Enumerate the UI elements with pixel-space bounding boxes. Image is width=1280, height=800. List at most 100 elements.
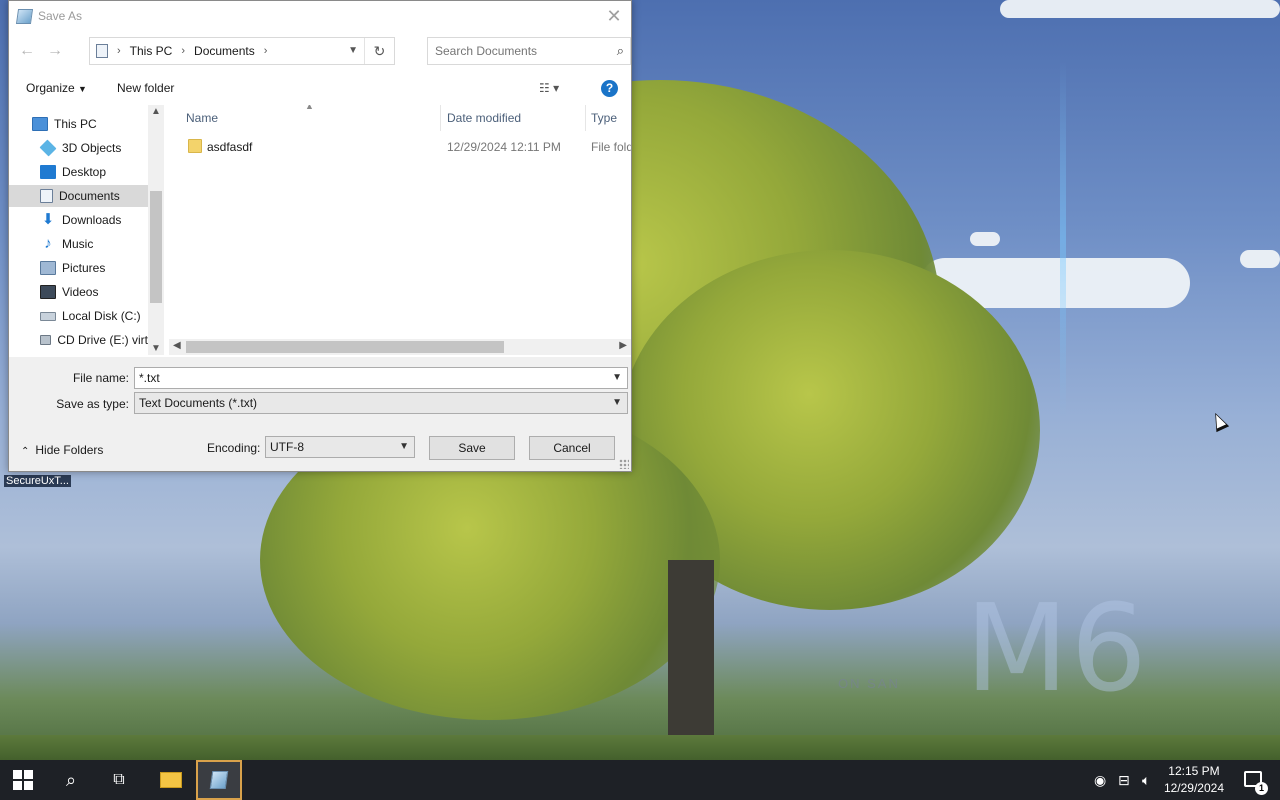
filename-field[interactable]: *.txt ▼ [134, 367, 628, 389]
close-icon[interactable]: ✕ [603, 5, 625, 27]
navigation-scrollbar[interactable]: ▲ ▼ [148, 105, 164, 355]
cancel-button[interactable]: Cancel [529, 436, 615, 460]
navigation-pane: This PC 3D Objects Desktop Documents ⬇ D… [9, 105, 165, 355]
cloud [970, 232, 1000, 246]
sidebar-item-cd-drive[interactable]: CD Drive (E:) virt [9, 329, 148, 351]
sidebar-item-desktop[interactable]: Desktop [9, 161, 148, 183]
scroll-up-icon[interactable]: ▲ [148, 106, 164, 117]
sidebar-item-local-disk[interactable]: Local Disk (C:) [9, 305, 148, 327]
desktop-icon-label[interactable]: SecureUxT... [4, 475, 71, 487]
table-row[interactable]: asdfasdf 12/29/2024 12:11 PM File folder [185, 137, 631, 159]
save-button[interactable]: Save [429, 436, 515, 460]
cloud [1240, 250, 1280, 268]
breadcrumb-documents[interactable]: Documents [194, 44, 255, 58]
chevron-down-icon[interactable]: ▼ [399, 437, 409, 457]
column-divider[interactable] [585, 105, 586, 131]
cd-drive-icon [40, 335, 52, 345]
sidebar-item-pictures[interactable]: Pictures [9, 257, 148, 279]
hide-folders-label: Hide Folders [35, 443, 104, 457]
filename-value: *.txt [139, 371, 160, 385]
notepad-taskbar-button[interactable] [196, 760, 242, 800]
sidebar-item-music[interactable]: ♪ Music [9, 233, 148, 255]
sidebar-item-this-pc[interactable]: This PC [9, 113, 148, 135]
chevron-right-icon[interactable]: › [264, 45, 268, 57]
mouse-cursor-icon [1208, 409, 1230, 433]
start-button[interactable] [0, 760, 46, 800]
scroll-down-icon[interactable]: ▼ [148, 343, 164, 354]
titlebar[interactable]: Save As ✕ [9, 1, 631, 31]
sidebar-item-3d-objects[interactable]: 3D Objects [9, 137, 148, 159]
notification-badge: 1 [1255, 782, 1268, 795]
sidebar-item-label: Desktop [62, 165, 107, 179]
notepad-icon [15, 8, 34, 24]
chevron-up-icon: ⌃ [21, 446, 30, 457]
column-header-name[interactable]: Name [186, 111, 218, 125]
chevron-right-icon: › [117, 45, 121, 57]
light-beam [1060, 60, 1066, 420]
refresh-icon[interactable]: ↻ [364, 38, 394, 64]
music-note-icon: ♪ [44, 235, 52, 252]
file-list: ▲ Name Date modified Type asdfasdf 12/29… [165, 105, 631, 341]
volume-muted-icon[interactable]: 🔈︎ [1142, 760, 1150, 800]
resize-grip[interactable] [619, 459, 629, 469]
windows-logo-icon [13, 770, 33, 790]
chevron-right-icon[interactable]: › [181, 45, 185, 57]
film-icon [40, 285, 56, 299]
encoding-select[interactable]: UTF-8 ▼ [265, 436, 415, 458]
network-icon[interactable]: ⊟ [1118, 760, 1130, 800]
forward-arrow-icon[interactable]: → [45, 42, 65, 60]
drive-icon [40, 311, 56, 321]
sidebar-item-downloads[interactable]: ⬇ Downloads [9, 209, 148, 231]
view-options-icon[interactable]: ☷ ▾ [539, 81, 559, 95]
search-box[interactable]: ⌕ [427, 37, 631, 65]
help-icon[interactable]: ? [601, 80, 618, 97]
search-icon[interactable]: ⌕ [617, 43, 624, 59]
search-button[interactable]: ⌕ [48, 760, 94, 800]
desktop-icon [40, 165, 56, 179]
savetype-select[interactable]: Text Documents (*.txt) ▼ [134, 392, 628, 414]
network-globe-icon[interactable]: ◉ [1094, 760, 1106, 800]
chevron-down-icon[interactable]: ▼ [612, 393, 622, 413]
file-date: 12/29/2024 12:11 PM [447, 140, 561, 154]
search-icon: ⌕ [65, 769, 77, 790]
chevron-down-icon[interactable]: ▼ [612, 368, 622, 388]
organize-button[interactable]: Organize ▼ [26, 81, 87, 95]
clock[interactable]: 12:15 PM 12/29/2024 [1164, 763, 1224, 797]
sidebar-item-label: Pictures [62, 261, 106, 275]
hide-folders-button[interactable]: ⌃ Hide Folders [21, 443, 103, 457]
sort-up-icon: ▲ [305, 105, 314, 111]
toolbar: Organize ▼ New folder ☷ ▾ [9, 73, 631, 103]
picture-icon [40, 261, 56, 275]
search-input[interactable] [428, 38, 598, 64]
tree-trunk [668, 560, 714, 760]
watermark-small-text: ON SAN [838, 676, 900, 691]
cloud [1000, 0, 1280, 18]
breadcrumb-this-pc[interactable]: This PC [130, 44, 173, 58]
file-list-scrollbar[interactable]: ◀ ▶ [169, 339, 631, 355]
document-icon [40, 189, 53, 203]
new-folder-button[interactable]: New folder [117, 81, 174, 95]
scrollbar-thumb[interactable] [150, 191, 162, 303]
column-header-type[interactable]: Type [591, 111, 617, 125]
file-explorer-button[interactable] [148, 760, 194, 800]
column-header-date[interactable]: Date modified [447, 111, 521, 125]
chevron-down-icon[interactable]: ▼ [348, 45, 358, 56]
sidebar-item-documents[interactable]: Documents [9, 185, 148, 207]
address-bar[interactable]: › This PC › Documents › ▼ ↻ [89, 37, 395, 65]
sidebar-item-label: This PC [54, 117, 97, 131]
scroll-left-icon[interactable]: ◀ [173, 340, 181, 351]
sidebar-item-label: 3D Objects [62, 141, 122, 155]
document-icon [96, 44, 108, 58]
file-name: asdfasdf [207, 140, 253, 154]
task-view-button[interactable]: ⧉ [96, 760, 142, 800]
scroll-right-icon[interactable]: ▶ [619, 340, 627, 351]
grass [0, 735, 1280, 760]
clock-time: 12:15 PM [1168, 764, 1220, 778]
sidebar-item-videos[interactable]: Videos [9, 281, 148, 303]
save-as-dialog: Save As ✕ ← → › This PC › Documents › ▼ … [8, 0, 632, 472]
column-divider[interactable] [440, 105, 441, 131]
scrollbar-thumb[interactable] [186, 341, 504, 353]
back-arrow-icon[interactable]: ← [17, 42, 37, 60]
file-type: File folder [591, 140, 631, 154]
organize-label: Organize [26, 81, 75, 95]
